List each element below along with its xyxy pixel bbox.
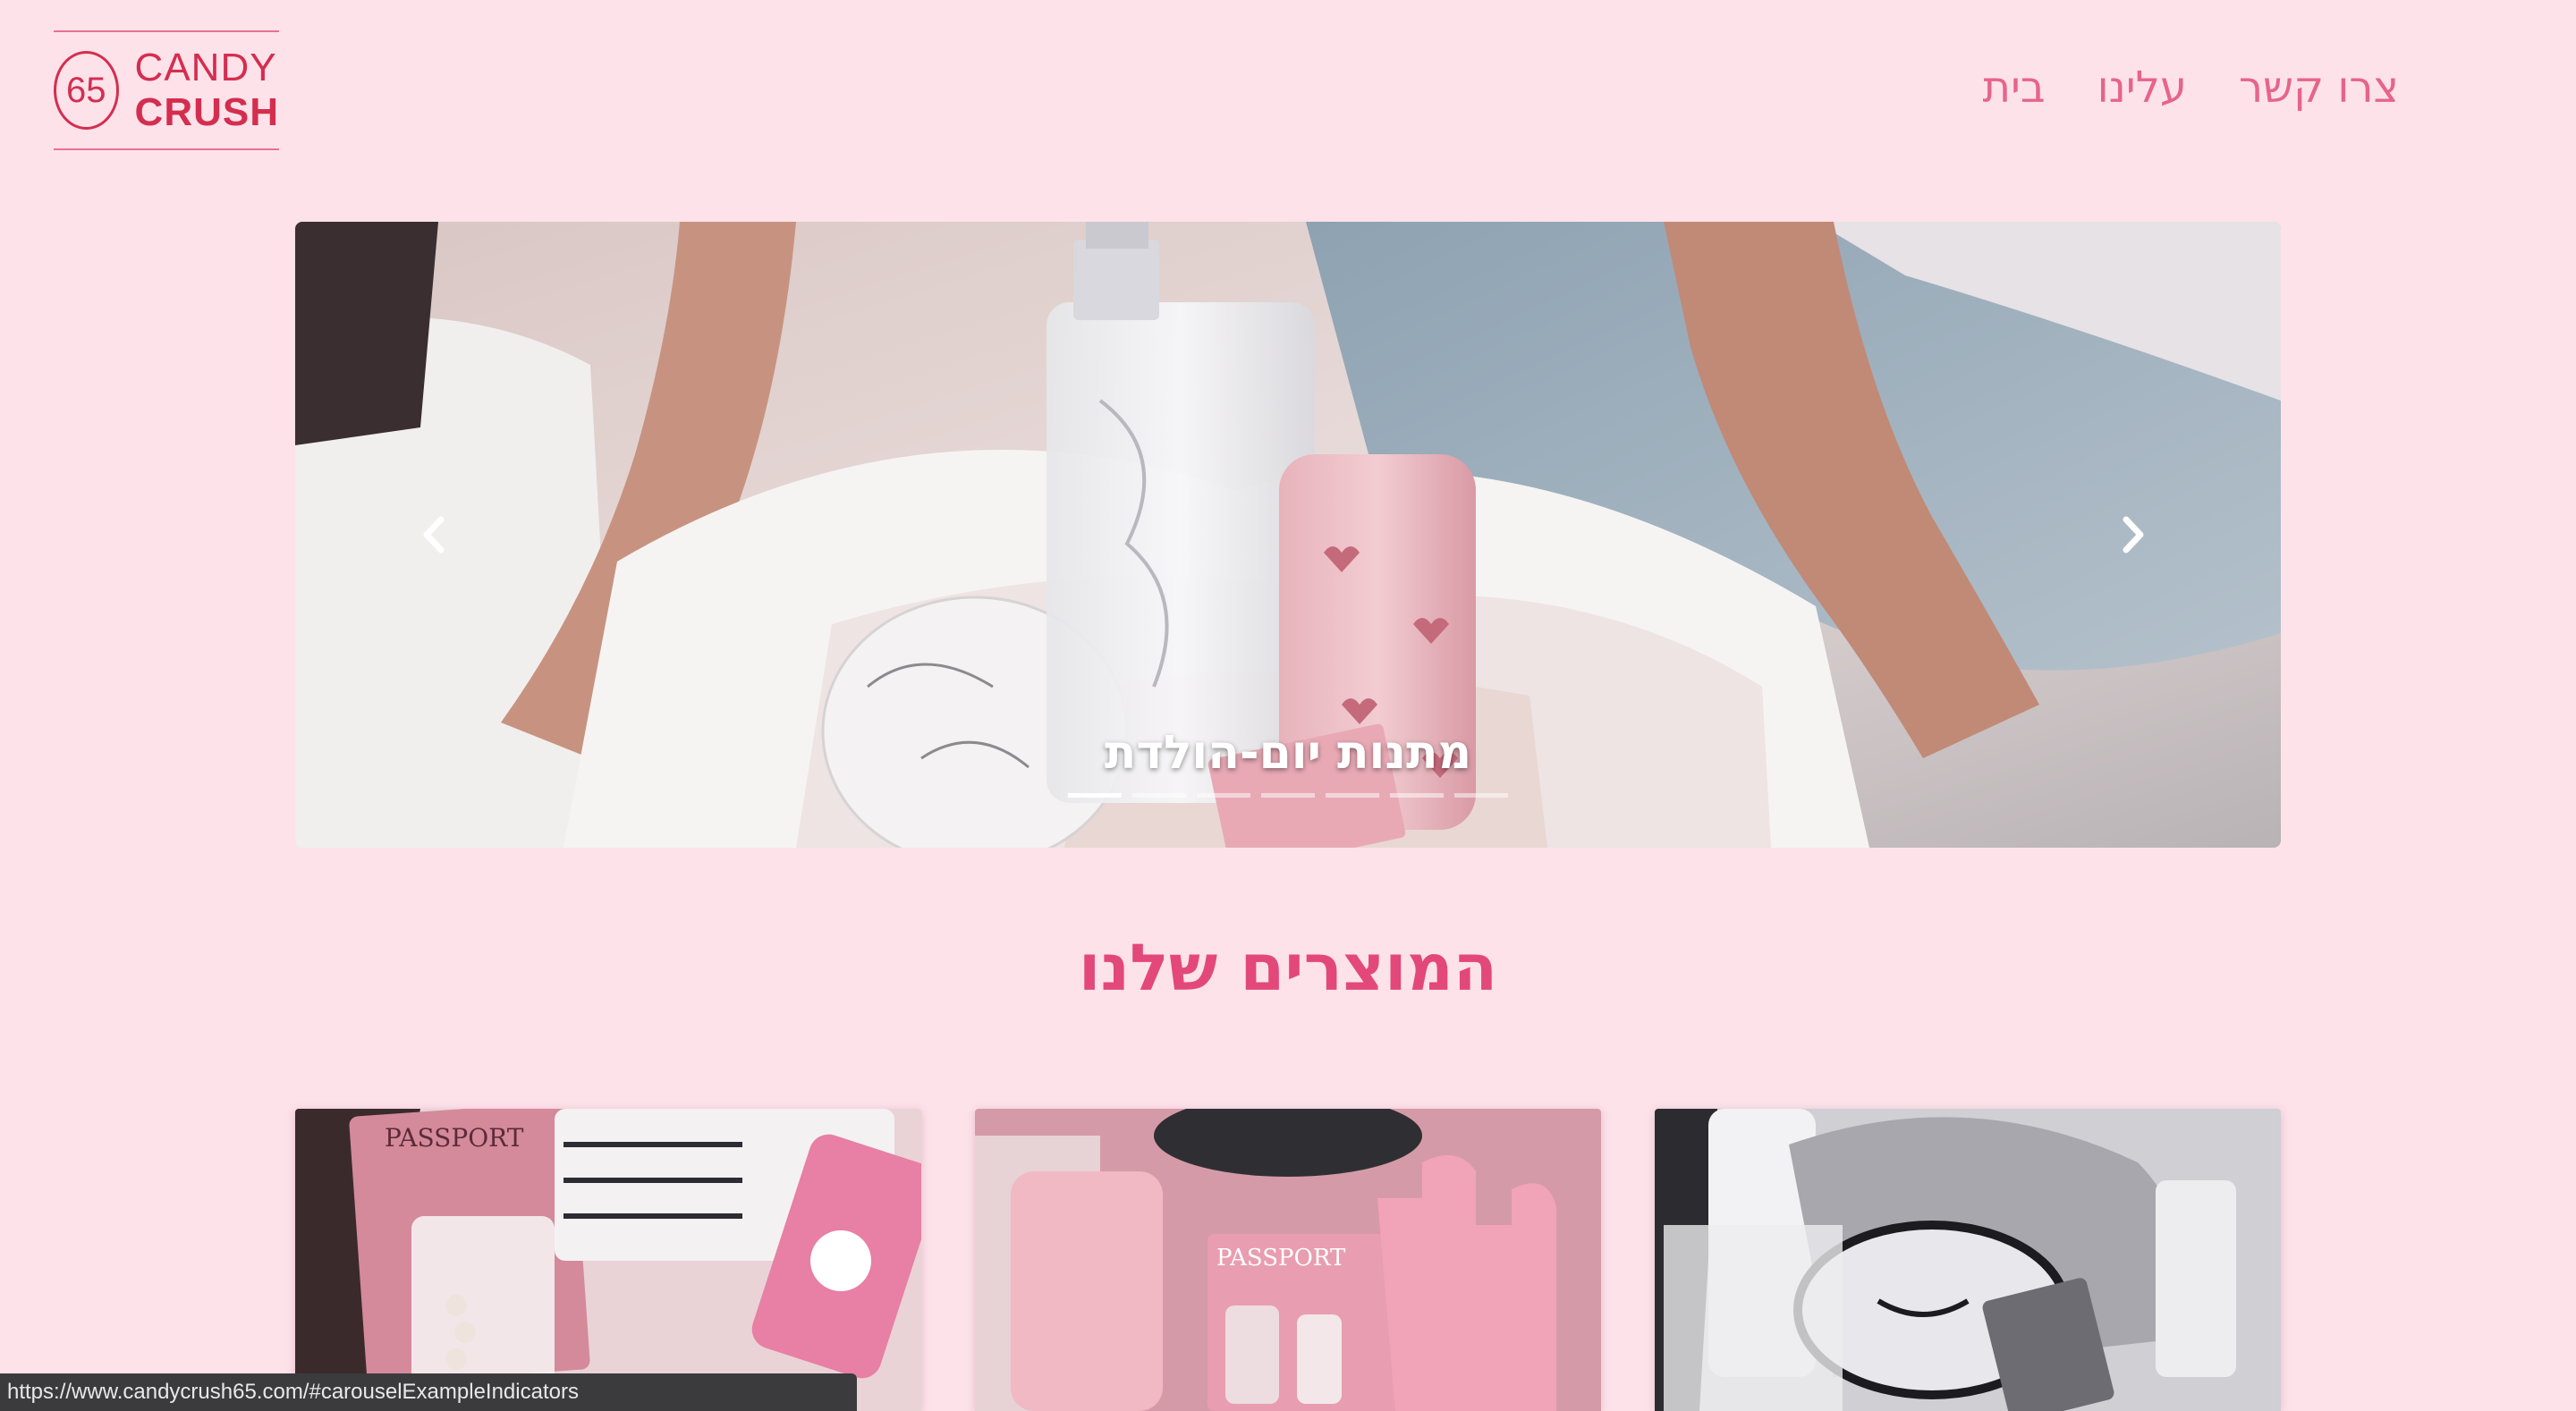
carousel-caption: מתנות יום-הולדת xyxy=(1104,726,1472,780)
svg-text:PASSPORT: PASSPORT xyxy=(1216,1245,1346,1272)
carousel-next-button[interactable] xyxy=(2097,499,2169,570)
product-card-middle[interactable]: PASSPORT xyxy=(975,1109,1601,1411)
carousel-indicator[interactable] xyxy=(1454,793,1508,798)
carousel-prev-button[interactable] xyxy=(398,499,470,570)
logo-line-2: CRUSH xyxy=(134,90,279,134)
hero-carousel: מתנות יום-הולדת xyxy=(295,222,2281,848)
product-card-right[interactable]: WATER xyxy=(1655,1109,2281,1411)
carousel-indicator[interactable] xyxy=(1326,793,1379,798)
product-image: WATER xyxy=(1655,1109,2281,1411)
browser-status-url: https://www.candycrush65.com/#carouselEx… xyxy=(0,1373,857,1411)
product-image: PASSPORT xyxy=(295,1109,921,1411)
logo-line-1: CANDY xyxy=(134,46,277,89)
nav-link-about[interactable]: עלינו xyxy=(2097,63,2187,113)
chevron-right-icon xyxy=(2123,516,2144,553)
nav-link-home[interactable]: בית xyxy=(1983,63,2046,113)
svg-text:PASSPORT: PASSPORT xyxy=(385,1123,524,1153)
product-card-left[interactable]: PASSPORT xyxy=(295,1109,921,1411)
logo-wordmark: CANDY CRUSH xyxy=(135,46,279,135)
page: 65 CANDY CRUSH בית עלינו צרו קשר מתנות י… xyxy=(0,0,2576,1411)
carousel-indicator[interactable] xyxy=(1390,793,1444,798)
carousel-indicator[interactable] xyxy=(1261,793,1315,798)
logo[interactable]: 65 CANDY CRUSH xyxy=(54,30,279,150)
carousel-indicator[interactable] xyxy=(1068,793,1122,798)
carousel-indicator[interactable] xyxy=(1197,793,1250,798)
products-section-title: המוצרים שלנו xyxy=(1078,930,1498,1005)
logo-badge: 65 xyxy=(54,51,119,130)
nav-link-contact[interactable]: צרו קשר xyxy=(2239,63,2399,113)
carousel-indicator[interactable] xyxy=(1132,793,1186,798)
product-image: PASSPORT xyxy=(975,1109,1601,1411)
chevron-left-icon xyxy=(423,516,445,553)
carousel-indicators xyxy=(295,793,2281,798)
main-nav: בית עלינו צרו קשר xyxy=(1983,59,2399,116)
